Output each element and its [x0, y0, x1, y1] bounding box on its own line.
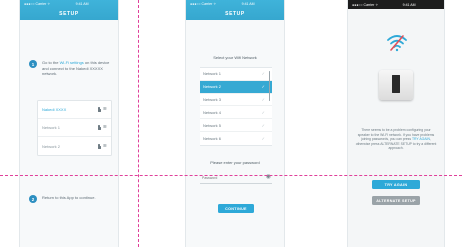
list-item: Network 1 ≋	[38, 119, 111, 137]
network-option[interactable]: Network 4 ✓	[200, 106, 272, 120]
check-icon: ✓	[261, 122, 265, 128]
network-list-preview: Nakedi XXXX ≋ Network 1 ≋ Network 2 ≋	[37, 100, 112, 156]
status-bar: ●●●○○ Carrier ✧ 9:41 AM	[186, 0, 284, 8]
status-bar: ●●●○○ Carrier ✧ 9:41 AM	[20, 0, 118, 8]
list-item: Nakedi XXXX ≋	[38, 101, 111, 119]
password-input[interactable]	[200, 172, 272, 184]
header: ●●●○○ Carrier ✧ 9:41 AM SETUP	[186, 0, 284, 20]
lock-icon	[97, 125, 101, 130]
check-icon: ✓	[261, 71, 265, 77]
try-again-button[interactable]: TRY AGAIN	[372, 180, 420, 189]
check-icon: ✓	[261, 109, 265, 115]
network-option-selected[interactable]: Network 2 ✓	[200, 80, 272, 94]
status-time: 9:41 AM	[241, 2, 255, 6]
status-carrier: ●●●○○ Carrier ✧	[352, 2, 379, 7]
header: ●●●○○ Carrier ✧ 9:41 AM SETUP	[20, 0, 118, 20]
wifi-off-icon	[387, 35, 407, 52]
setup-screen-select-network: ●●●○○ Carrier ✧ 9:41 AM SETUP Select you…	[186, 0, 284, 247]
lock-icon	[97, 143, 101, 149]
status-bar: ●●●○○ Carrier ✧ 9:41 AM	[348, 0, 444, 9]
wifi-settings-link[interactable]: Wi-Fi settings	[60, 60, 84, 65]
status-time: 9:41 AM	[402, 2, 416, 7]
wifi-icon: ≋	[102, 142, 107, 149]
horizontal-guide-line	[0, 175, 462, 176]
select-network-label: Select your Wifi Network	[213, 55, 257, 60]
step-1-instructions: Go to the Wi-Fi settings on this device …	[42, 60, 110, 76]
step-1: 1 Go to the Wi-Fi settings on this devic…	[29, 60, 112, 77]
continue-button[interactable]: CONTINUE	[218, 204, 254, 213]
status-carrier: ●●●○○ Carrier ✧	[24, 2, 51, 6]
step-2: 2 Return to this App to continue.	[29, 195, 112, 203]
setup-screen-error: ●●●○○ Carrier ✧ 9:41 AM There seems to b…	[348, 0, 444, 247]
password-label: Please enter your password	[210, 160, 260, 165]
status-time: 9:41 AM	[75, 2, 89, 6]
wifi-icon: ≋	[102, 124, 107, 130]
status-carrier: ●●●○○ Carrier ✧	[190, 2, 217, 6]
network-option[interactable]: Network 3 ✓	[200, 94, 272, 107]
step-number-badge: 1	[29, 60, 37, 68]
step-number-badge: 2	[29, 195, 37, 203]
error-message: There seems to be a problem configuring …	[355, 128, 437, 151]
step-2-instructions: Return to this App to continue.	[42, 195, 96, 200]
check-icon: ✓	[261, 84, 265, 90]
list-scrollbar[interactable]	[268, 71, 270, 101]
page-title: SETUP	[59, 11, 79, 17]
network-option[interactable]: Network 6 ✓	[200, 132, 272, 145]
check-icon: ✓	[261, 96, 265, 102]
page-title: SETUP	[225, 11, 245, 17]
speaker-device-icon	[379, 70, 413, 100]
lock-icon	[97, 107, 101, 112]
setup-screen-connect: ●●●○○ Carrier ✧ 9:41 AM SETUP 1 Go to th…	[20, 0, 118, 247]
network-list: Network 1 ✓ Network 2 ✓ Network 3 ✓ Network…	[200, 67, 272, 146]
check-icon: ✓	[261, 135, 265, 141]
list-item: Network 2 ≋	[42, 142, 107, 149]
network-option[interactable]: Network 5 ✓	[200, 119, 272, 132]
wifi-icon: ≋	[102, 106, 107, 112]
vertical-guide-line	[138, 0, 139, 247]
alternate-setup-button[interactable]: ALTERNATE SETUP	[372, 196, 420, 205]
network-option[interactable]: Network 1 ✓	[200, 68, 272, 81]
